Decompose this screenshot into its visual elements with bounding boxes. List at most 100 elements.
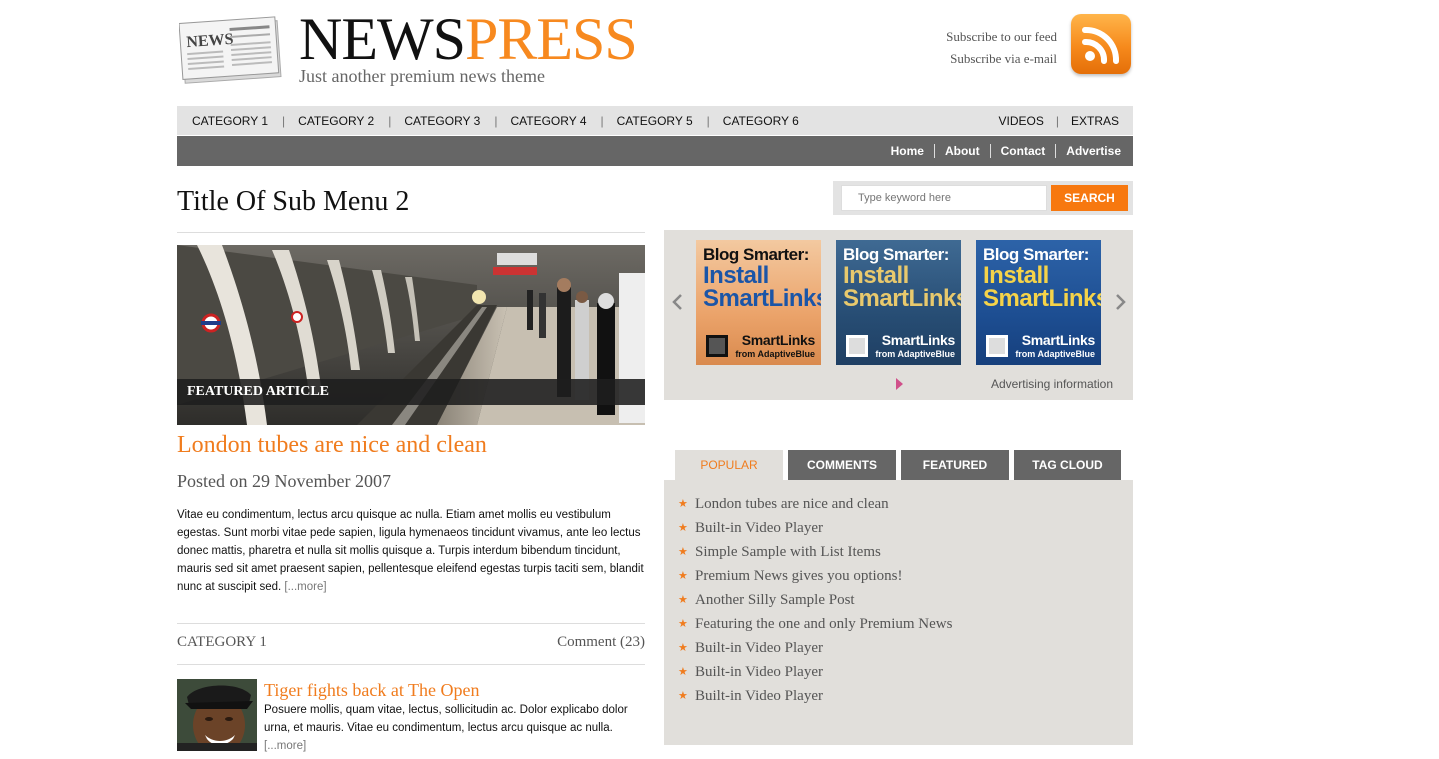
list-item[interactable]: ★ Premium News gives you options! bbox=[678, 564, 952, 588]
page-title: Title Of Sub Menu 2 bbox=[177, 186, 410, 217]
nav-videos[interactable]: VIDEOS bbox=[989, 114, 1054, 128]
rss-glyph-icon bbox=[1082, 27, 1119, 64]
smartlinks-logo-icon bbox=[706, 335, 728, 357]
site-logo[interactable]: NEWSPRESS bbox=[299, 4, 638, 74]
subscribe-feed-link[interactable]: Subscribe to our feed bbox=[946, 26, 1057, 48]
extra-nav: VIDEOS | EXTRAS bbox=[989, 106, 1130, 135]
smartlinks-logo-icon bbox=[986, 335, 1008, 357]
search-input[interactable] bbox=[841, 185, 1047, 211]
search-button[interactable]: SEARCH bbox=[1051, 185, 1128, 211]
nav-separator: | bbox=[388, 113, 392, 128]
page-nav: Home About Contact Advertise bbox=[883, 136, 1129, 166]
logo-text-press: PRESS bbox=[464, 6, 638, 72]
ad-brand: SmartLinks bbox=[881, 332, 956, 348]
article-comments-link[interactable]: Comment (23) bbox=[557, 634, 645, 651]
article-meta: CATEGORY 1 Comment (23) bbox=[177, 634, 645, 656]
nav-separator bbox=[989, 144, 991, 158]
nav-contact[interactable]: Contact bbox=[993, 144, 1054, 158]
advertising-info-link[interactable]: Advertising information bbox=[991, 377, 1113, 391]
list-item[interactable]: ★ Featuring the one and only Premium News bbox=[678, 612, 952, 636]
story-more-link[interactable]: [...more] bbox=[264, 740, 306, 752]
featured-article-body: Vitae eu condimentum, lectus arcu quisqu… bbox=[177, 506, 645, 596]
golfer-photo bbox=[177, 679, 257, 751]
nav-extras[interactable]: EXTRAS bbox=[1061, 114, 1129, 128]
list-item-label: Simple Sample with List Items bbox=[695, 544, 881, 560]
list-item[interactable]: ★ Built-in Video Player bbox=[678, 516, 952, 540]
tab-featured[interactable]: FEATURED bbox=[901, 450, 1009, 480]
ad-from: from AdaptiveBlue bbox=[735, 349, 815, 359]
story-thumbnail[interactable] bbox=[177, 679, 257, 751]
search-box: SEARCH bbox=[833, 181, 1133, 215]
star-icon: ★ bbox=[678, 522, 688, 534]
ad-line: SmartLinks bbox=[703, 285, 821, 312]
site-header: NEWS NEWSPRESS Just another premium news… bbox=[177, 0, 1133, 100]
nav-separator: | bbox=[706, 113, 710, 128]
play-arrow-icon[interactable] bbox=[896, 378, 903, 390]
list-item-label: Built-in Video Player bbox=[695, 688, 823, 704]
tab-popular[interactable]: POPULAR bbox=[675, 450, 783, 480]
ad-banner-3[interactable]: Blog Smarter: Install SmartLinks SmartLi… bbox=[976, 240, 1101, 365]
newspaper-icon: NEWS bbox=[179, 16, 282, 84]
star-icon: ★ bbox=[678, 690, 688, 702]
nav-separator bbox=[933, 144, 935, 158]
ad-brand: SmartLinks bbox=[1021, 332, 1096, 348]
star-icon: ★ bbox=[678, 642, 688, 654]
list-item[interactable]: ★ Another Silly Sample Post bbox=[678, 588, 952, 612]
story-title[interactable]: Tiger fights back at The Open bbox=[264, 680, 479, 701]
story-text: Posuere mollis, quam vitae, lectus, soll… bbox=[264, 704, 628, 734]
nav-separator: | bbox=[494, 113, 498, 128]
star-icon: ★ bbox=[678, 498, 688, 510]
nav-advertise[interactable]: Advertise bbox=[1058, 144, 1129, 158]
popular-panel: ★ London tubes are nice and clean ★ Built-… bbox=[664, 480, 1133, 745]
category-nav: CATEGORY 1 | CATEGORY 2 | CATEGORY 3 | C… bbox=[192, 106, 799, 135]
list-item-label: Built-in Video Player bbox=[695, 520, 823, 536]
list-item[interactable]: ★ Simple Sample with List Items bbox=[678, 540, 952, 564]
ad-line: Install bbox=[843, 262, 909, 289]
nav-category-2[interactable]: CATEGORY 2 bbox=[298, 114, 374, 128]
star-icon: ★ bbox=[678, 618, 688, 630]
list-item-label: Featuring the one and only Premium News bbox=[695, 616, 953, 632]
divider bbox=[177, 232, 645, 233]
star-icon: ★ bbox=[678, 666, 688, 678]
list-item[interactable]: ★ Built-in Video Player bbox=[678, 684, 952, 708]
ad-line: Install bbox=[983, 262, 1049, 289]
list-item[interactable]: ★ London tubes are nice and clean bbox=[678, 492, 952, 516]
site-tagline: Just another premium news theme bbox=[299, 66, 545, 86]
rss-icon[interactable] bbox=[1071, 14, 1131, 74]
ad-line: Install bbox=[703, 262, 769, 289]
story-body: Posuere mollis, quam vitae, lectus, soll… bbox=[264, 701, 648, 755]
list-item-label: Another Silly Sample Post bbox=[695, 592, 855, 608]
nav-category-1[interactable]: CATEGORY 1 bbox=[192, 114, 268, 128]
ad-carousel: Blog Smarter: Install SmartLinks SmartLi… bbox=[664, 230, 1133, 400]
featured-more-link[interactable]: [...more] bbox=[284, 581, 326, 593]
list-item-label: Built-in Video Player bbox=[695, 640, 823, 656]
subscribe-email-link[interactable]: Subscribe via e-mail bbox=[946, 48, 1057, 70]
divider bbox=[177, 664, 645, 665]
nav-home[interactable]: Home bbox=[883, 144, 932, 158]
list-item[interactable]: ★ Built-in Video Player bbox=[678, 636, 952, 660]
chevron-left-icon[interactable] bbox=[670, 292, 684, 318]
nav-separator bbox=[1055, 144, 1057, 158]
nav-separator: | bbox=[282, 113, 286, 128]
nav-category-4[interactable]: CATEGORY 4 bbox=[510, 114, 586, 128]
subscribe-links: Subscribe to our feed Subscribe via e-ma… bbox=[946, 26, 1057, 70]
ad-banner-2[interactable]: Blog Smarter: Install SmartLinks SmartLi… bbox=[836, 240, 961, 365]
nav-about[interactable]: About bbox=[937, 144, 988, 158]
nav-category-3[interactable]: CATEGORY 3 bbox=[404, 114, 480, 128]
popular-list: ★ London tubes are nice and clean ★ Built-… bbox=[678, 492, 952, 708]
ad-banner-1[interactable]: Blog Smarter: Install SmartLinks SmartLi… bbox=[696, 240, 821, 365]
list-item[interactable]: ★ Built-in Video Player bbox=[678, 660, 952, 684]
nav-separator: | bbox=[1055, 113, 1059, 128]
article-category-link[interactable]: CATEGORY 1 bbox=[177, 634, 267, 651]
featured-article-date: Posted on 29 November 2007 bbox=[177, 471, 391, 491]
nav-category-6[interactable]: CATEGORY 6 bbox=[723, 114, 799, 128]
list-item-label: London tubes are nice and clean bbox=[695, 496, 889, 512]
tab-tag-cloud[interactable]: TAG CLOUD bbox=[1014, 450, 1121, 480]
tab-comments[interactable]: COMMENTS bbox=[788, 450, 896, 480]
secondary-nav: Home About Contact Advertise bbox=[177, 136, 1133, 166]
featured-article-title[interactable]: London tubes are nice and clean bbox=[177, 432, 487, 459]
featured-article-label: FEATURED ARTICLE bbox=[177, 379, 645, 405]
chevron-right-icon[interactable] bbox=[1114, 292, 1128, 318]
ad-line: SmartLinks bbox=[843, 285, 961, 312]
nav-category-5[interactable]: CATEGORY 5 bbox=[617, 114, 693, 128]
